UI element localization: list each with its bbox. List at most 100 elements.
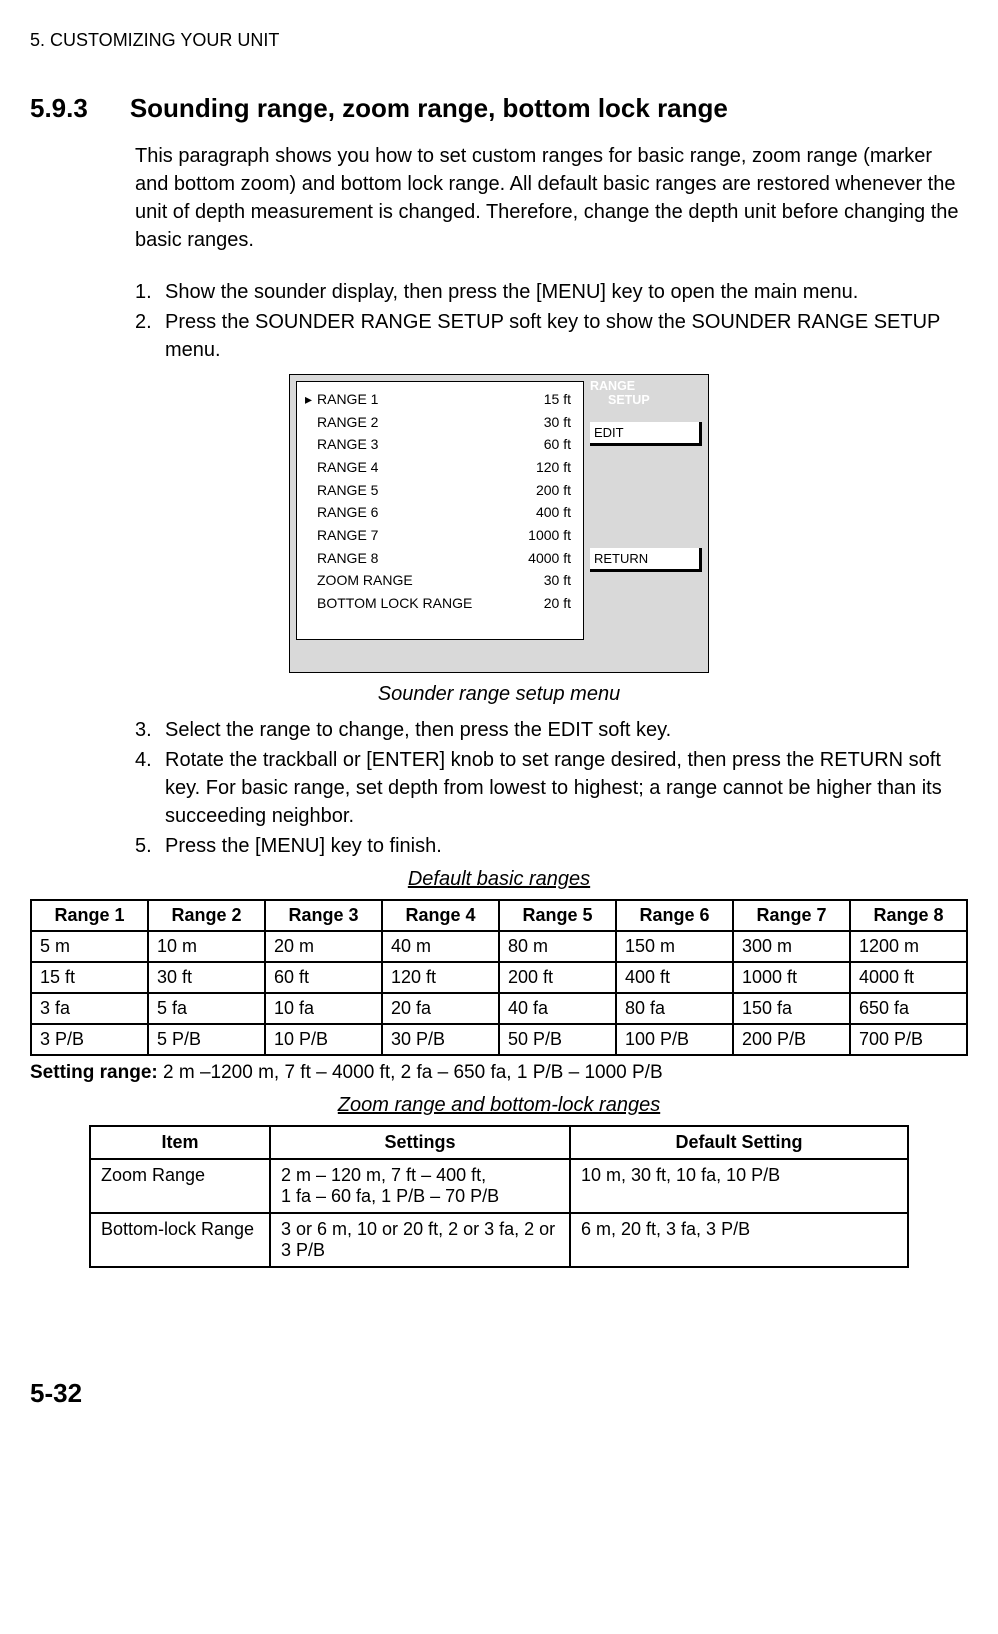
side-title: RANGE SETUP [590, 379, 702, 408]
step-num: 1. [135, 278, 165, 306]
menu-row-value: 4000 ft [515, 547, 571, 570]
td: 1000 ft [733, 962, 850, 993]
td: 150 fa [733, 993, 850, 1024]
menu-row: RANGE 360 ft [305, 433, 571, 456]
step-list-a: 1.Show the sounder display, then press t… [135, 278, 968, 364]
table-row: 3 fa5 fa10 fa20 fa40 fa80 fa150 fa650 fa [31, 993, 967, 1024]
th: Range 5 [499, 900, 616, 931]
td: 400 ft [616, 962, 733, 993]
menu-row-label: RANGE 2 [317, 411, 515, 434]
td: 40 fa [499, 993, 616, 1024]
table1-title: Default basic ranges [30, 868, 968, 891]
td: 10 m, 30 ft, 10 fa, 10 P/B [570, 1159, 908, 1213]
td: 3 or 6 m, 10 or 20 ft, 2 or 3 fa, 2 or 3… [270, 1213, 570, 1267]
td: Bottom-lock Range [90, 1213, 270, 1267]
step-text: Select the range to change, then press t… [165, 716, 968, 744]
step-text: Press the [MENU] key to finish. [165, 832, 968, 860]
menu-row-label: RANGE 1 [317, 388, 515, 411]
step-list-b: 3.Select the range to change, then press… [135, 716, 968, 860]
table2-title: Zoom range and bottom-lock ranges [30, 1094, 968, 1117]
menu-row-label: RANGE 7 [317, 524, 515, 547]
menu-row-label: RANGE 3 [317, 433, 515, 456]
th: Default Setting [570, 1126, 908, 1159]
td: 15 ft [31, 962, 148, 993]
menu-row: RANGE 4120 ft [305, 456, 571, 479]
setting-range-text: 2 m –1200 m, 7 ft – 4000 ft, 2 fa – 650 … [158, 1062, 663, 1083]
menu-figure: ▸RANGE 115 ft RANGE 230 ft RANGE 360 ft … [30, 374, 968, 673]
chapter-header: 5. CUSTOMIZING YOUR UNIT [30, 30, 968, 51]
td: 3 fa [31, 993, 148, 1024]
th: Settings [270, 1126, 570, 1159]
menu-row: ZOOM RANGE30 ft [305, 569, 571, 592]
default-basic-ranges-table: Range 1 Range 2 Range 3 Range 4 Range 5 … [30, 899, 968, 1056]
menu-row-label: RANGE 4 [317, 456, 515, 479]
menu-row-value: 30 ft [515, 569, 571, 592]
step-num: 4. [135, 746, 165, 830]
setting-range: Setting range: 2 m –1200 m, 7 ft – 4000 … [30, 1062, 968, 1084]
td: 50 P/B [499, 1024, 616, 1055]
step-num: 3. [135, 716, 165, 744]
menu-row: BOTTOM LOCK RANGE20 ft [305, 592, 571, 615]
td: 30 P/B [382, 1024, 499, 1055]
softkey-return[interactable]: RETURN [590, 548, 702, 572]
td: 200 ft [499, 962, 616, 993]
table-row: 3 P/B5 P/B10 P/B30 P/B50 P/B100 P/B200 P… [31, 1024, 967, 1055]
td: 5 fa [148, 993, 265, 1024]
cursor-icon: ▸ [305, 388, 317, 411]
menu-row-label: RANGE 6 [317, 501, 515, 524]
softkey-edit[interactable]: EDIT [590, 422, 702, 446]
td: 80 m [499, 931, 616, 962]
menu-row: RANGE 5200 ft [305, 479, 571, 502]
side-title-line1: RANGE [590, 379, 635, 393]
side-panel: RANGE SETUP EDIT RETURN [584, 375, 708, 656]
menu-row-value: 20 ft [515, 592, 571, 615]
td: 40 m [382, 931, 499, 962]
menu-row-value: 120 ft [515, 456, 571, 479]
td: 120 ft [382, 962, 499, 993]
menu-row-value: 15 ft [515, 388, 571, 411]
table-row: Bottom-lock Range 3 or 6 m, 10 or 20 ft,… [90, 1213, 908, 1267]
td: 80 fa [616, 993, 733, 1024]
zoom-bottomlock-table: Item Settings Default Setting Zoom Range… [89, 1125, 909, 1268]
step-num: 5. [135, 832, 165, 860]
td: 20 fa [382, 993, 499, 1024]
td: 3 P/B [31, 1024, 148, 1055]
menu-row-label: BOTTOM LOCK RANGE [317, 592, 515, 615]
td: 10 P/B [265, 1024, 382, 1055]
table-row: 15 ft30 ft60 ft120 ft200 ft400 ft1000 ft… [31, 962, 967, 993]
table-row: 5 m10 m20 m40 m80 m150 m300 m1200 m [31, 931, 967, 962]
th: Range 6 [616, 900, 733, 931]
section-title: Sounding range, zoom range, bottom lock … [130, 93, 728, 124]
td: 10 m [148, 931, 265, 962]
side-title-line2: SETUP [590, 393, 702, 407]
th: Range 1 [31, 900, 148, 931]
td: Zoom Range [90, 1159, 270, 1213]
table-row: Zoom Range 2 m – 120 m, 7 ft – 400 ft, 1… [90, 1159, 908, 1213]
menu-row-value: 30 ft [515, 411, 571, 434]
th: Range 4 [382, 900, 499, 931]
menu-row: RANGE 71000 ft [305, 524, 571, 547]
th: Range 8 [850, 900, 967, 931]
td: 30 ft [148, 962, 265, 993]
intro-paragraph: This paragraph shows you how to set cust… [135, 142, 968, 254]
menu-panel: ▸RANGE 115 ft RANGE 230 ft RANGE 360 ft … [289, 374, 709, 673]
step-text: Rotate the trackball or [ENTER] knob to … [165, 746, 968, 830]
td: 5 P/B [148, 1024, 265, 1055]
th: Item [90, 1126, 270, 1159]
td: 150 m [616, 931, 733, 962]
menu-row-value: 1000 ft [515, 524, 571, 547]
menu-row: RANGE 230 ft [305, 411, 571, 434]
menu-row-value: 200 ft [515, 479, 571, 502]
section-number: 5.9.3 [30, 93, 88, 124]
td: 2 m – 120 m, 7 ft – 400 ft, 1 fa – 60 fa… [270, 1159, 570, 1213]
th: Range 2 [148, 900, 265, 931]
step-text: Press the SOUNDER RANGE SETUP soft key t… [165, 308, 968, 364]
td: 1200 m [850, 931, 967, 962]
menu-row: ▸RANGE 115 ft [305, 388, 571, 411]
menu-row-value: 60 ft [515, 433, 571, 456]
menu-row-label: RANGE 5 [317, 479, 515, 502]
td: 4000 ft [850, 962, 967, 993]
td: 100 P/B [616, 1024, 733, 1055]
td: 60 ft [265, 962, 382, 993]
menu-row-label: RANGE 8 [317, 547, 515, 570]
